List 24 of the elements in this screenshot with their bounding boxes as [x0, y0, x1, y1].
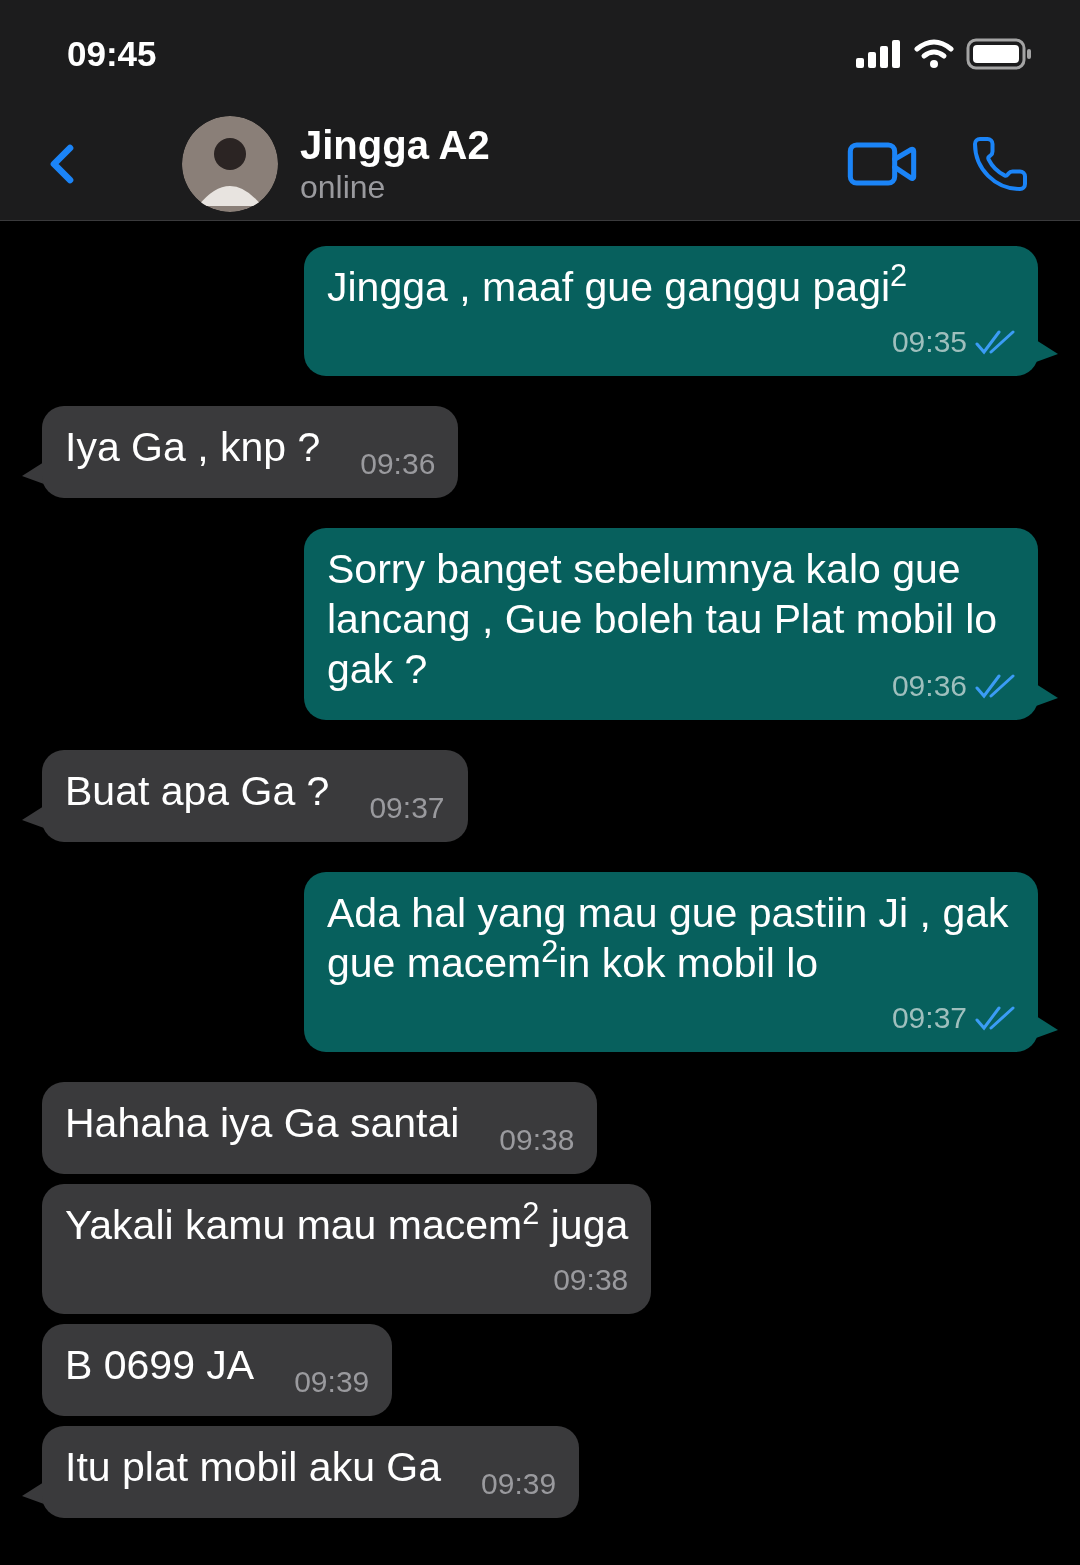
- voice-call-button[interactable]: [970, 134, 1030, 194]
- message-time: 09:38: [553, 1262, 629, 1298]
- phone-icon: [970, 134, 1030, 194]
- signal-icon: [856, 40, 902, 68]
- message-bubble[interactable]: Yakali kamu mau macem$^{2}$ juga 09:38: [42, 1184, 652, 1314]
- contact-name: Jingga A2: [300, 122, 491, 168]
- message-bubble[interactable]: Hahaha iya Ga santai 09:38: [42, 1082, 598, 1174]
- message-bubble[interactable]: Itu plat mobil aku Ga 09:39: [42, 1426, 580, 1518]
- message-text: Yakali kamu mau macem$^{2}$ juga: [65, 1200, 629, 1250]
- message-bubble[interactable]: Ada hal yang mau gue pastiin Ji , gak gue macem$^{2}$in kok mobil lo 09:37: [304, 872, 1038, 1052]
- message-bubble[interactable]: Sorry banget sebelumnya kalo gue lancang , Gue boleh tau Plat mobil lo gak ? 09:36: [304, 528, 1038, 720]
- message-bubble[interactable]: B 0699 JA 09:39: [42, 1324, 393, 1416]
- message-bubble[interactable]: Jingga , maaf gue ganggu pagi$^{2}$ 09:35: [304, 246, 1038, 376]
- message-bubble[interactable]: Buat apa Ga ? 09:37: [42, 750, 468, 842]
- message-time: 09:35: [891, 324, 967, 360]
- message-text: Jingga , maaf gue ganggu pagi$^{2}$: [327, 262, 909, 312]
- status-time: 09:45: [67, 32, 157, 75]
- battery-icon: [966, 38, 1032, 70]
- wifi-icon: [914, 39, 954, 69]
- message-time: 09:37: [891, 1000, 967, 1036]
- message-text: Ada hal yang mau gue pastiin Ji , gak gue macem$^{2}$in kok mobil lo: [327, 889, 1010, 988]
- contact-status: online: [300, 168, 387, 206]
- avatar[interactable]: [182, 116, 278, 212]
- message-bubble[interactable]: Iya Ga , knp ? 09:36: [42, 406, 459, 498]
